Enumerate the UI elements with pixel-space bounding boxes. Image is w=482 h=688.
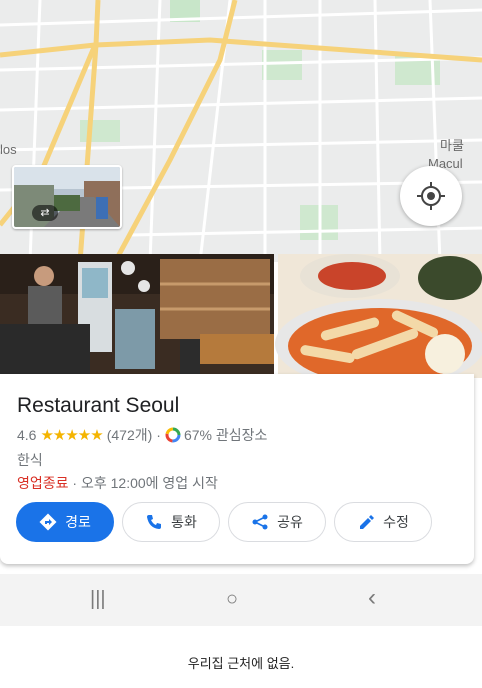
- call-button[interactable]: 통화: [122, 502, 220, 542]
- directions-icon: [39, 513, 57, 531]
- rating-row: 4.6 ★★★★★ (472개) · 67% 관심장소: [17, 425, 267, 445]
- my-location-button[interactable]: [400, 166, 462, 226]
- recent-apps-button[interactable]: |||: [90, 588, 106, 611]
- edit-label: 수정: [383, 514, 409, 530]
- caption-text: 우리집 근처에 없음.: [187, 656, 295, 671]
- rating-stars-icon: ★★★★★: [40, 427, 103, 444]
- share-icon: [252, 514, 268, 530]
- hours-row[interactable]: 영업종료 · 오후 12:00에 영업 시작: [17, 473, 218, 493]
- interest-percent: 67% 관심장소: [183, 427, 268, 443]
- back-button[interactable]: ‹: [368, 584, 376, 612]
- rating-value: 4.6: [17, 427, 37, 443]
- action-buttons: 경로 통화 공유 수정: [16, 502, 432, 542]
- place-category: 한식: [17, 452, 43, 468]
- place-info-card[interactable]: Restaurant Seoul 4.6 ★★★★★ (472개) · 67% …: [0, 374, 474, 564]
- phone-icon: [147, 515, 162, 529]
- edit-icon: [360, 515, 375, 529]
- my-location-icon: [417, 182, 445, 210]
- review-count[interactable]: (472개): [107, 425, 153, 445]
- edit-button[interactable]: 수정: [334, 502, 432, 542]
- street-view-thumbnail[interactable]: ⇄: [12, 165, 122, 229]
- map-place-label: los: [0, 142, 17, 157]
- open-status: 영업종료: [17, 475, 69, 491]
- street-view-image: [14, 167, 120, 227]
- home-button[interactable]: ○: [226, 588, 238, 611]
- street-view-arrow-icon: ⇄: [32, 205, 58, 221]
- separator: ·: [156, 427, 161, 443]
- map-view[interactable]: los 마쿨 Macul ⇄: [0, 0, 482, 262]
- place-photos[interactable]: [0, 254, 482, 378]
- place-name: Restaurant Seoul: [17, 394, 180, 417]
- share-label: 공유: [277, 514, 303, 530]
- directions-button[interactable]: 경로: [16, 502, 114, 542]
- opening-hours: · 오후 12:00에 영업 시작: [72, 475, 218, 491]
- system-navigation-bar: ||| ○ ‹: [0, 574, 482, 626]
- map-place-label-korean: 마쿨: [440, 138, 464, 153]
- google-interest-icon: [165, 427, 181, 443]
- call-label: 통화: [171, 514, 197, 530]
- directions-label: 경로: [65, 514, 91, 530]
- restaurant-interior-photo: [0, 254, 482, 378]
- share-button[interactable]: 공유: [228, 502, 326, 542]
